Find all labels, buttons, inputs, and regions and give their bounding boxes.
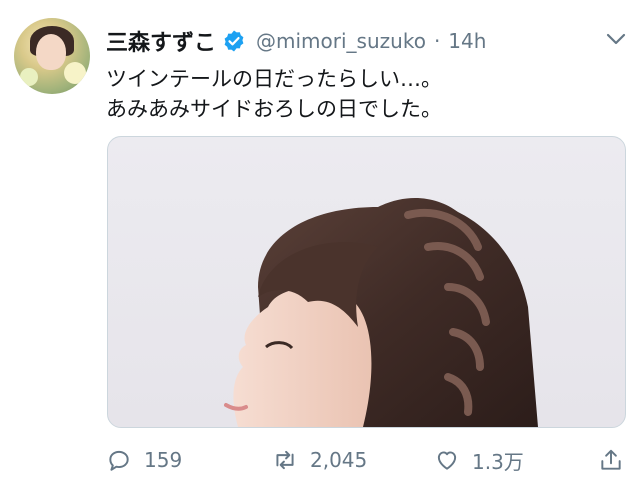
- tweet-actions: 159 2,045 1.3万: [106, 442, 626, 478]
- heart-icon: [437, 451, 457, 470]
- author-avatar[interactable]: [14, 18, 90, 94]
- retweet-button[interactable]: 2,045: [272, 442, 367, 478]
- share-button[interactable]: [598, 442, 636, 478]
- like-count: 1.3万: [472, 449, 524, 474]
- author-name[interactable]: 三森すずこ: [106, 25, 216, 57]
- verified-badge-icon: [224, 30, 244, 52]
- retweet-count: 2,045: [310, 448, 368, 472]
- reply-count: 159: [144, 448, 183, 472]
- author-handle[interactable]: @mimori_suzuko: [256, 29, 426, 53]
- tweet-photo[interactable]: [107, 136, 626, 428]
- tweet-text-line: ツインテールの日だったらしい…。: [106, 67, 442, 91]
- avatar-flower: [64, 62, 86, 84]
- avatar-flower: [20, 68, 38, 86]
- chevron-down-icon[interactable]: [606, 32, 626, 46]
- share-icon: [601, 449, 621, 470]
- photo-illustration: [224, 197, 538, 427]
- reply-icon: [109, 450, 129, 471]
- tweet-header: 三森すずこ @mimori_suzuko · 14h: [106, 24, 630, 58]
- like-button[interactable]: 1.3万: [434, 442, 524, 478]
- tweet-text-line: あみあみサイドおろしの日でした。: [106, 97, 442, 121]
- avatar-face: [36, 34, 66, 70]
- tweet-text: ツインテールの日だったらしい…。 あみあみサイドおろしの日でした。: [106, 64, 620, 124]
- reply-button[interactable]: 159: [106, 442, 182, 478]
- tweet-timestamp[interactable]: 14h: [448, 29, 486, 53]
- retweet-icon: [276, 450, 294, 470]
- header-separator: ·: [433, 29, 441, 53]
